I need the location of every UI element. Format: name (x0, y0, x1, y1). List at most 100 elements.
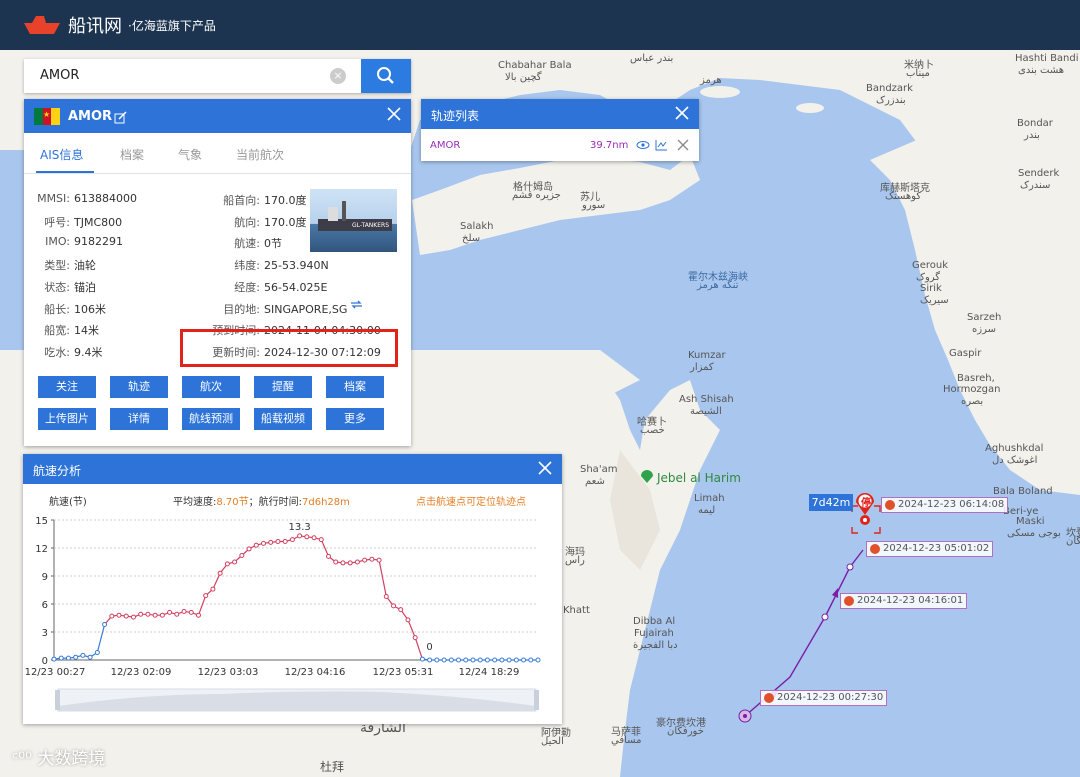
map-label: بصره (961, 396, 984, 407)
data-point (513, 657, 519, 663)
info-field: 船长: 106米 (30, 301, 106, 317)
map-label: سیریک (920, 295, 949, 306)
tab-archive[interactable]: 档案 (120, 146, 144, 163)
data-point (203, 593, 209, 599)
info-field: 航速: 0节 (184, 235, 282, 251)
map-label: بندزرک (876, 95, 906, 106)
field-value: 锚泊 (74, 280, 96, 294)
tab-ais[interactable]: AIS信息 (40, 146, 83, 163)
data-point (282, 538, 288, 544)
voyage-duration-tag: 7d42m (809, 494, 853, 511)
clear-search-icon[interactable]: × (330, 68, 346, 84)
map-label: مسافي (611, 735, 642, 746)
map-label: Bandzark (866, 83, 913, 94)
action-button[interactable]: 更多 (326, 408, 384, 430)
data-point (333, 559, 339, 565)
close-icon[interactable] (536, 459, 554, 477)
action-button[interactable]: 提醒 (254, 376, 312, 398)
map-label: گروک (916, 272, 941, 283)
action-button[interactable]: 船载视频 (254, 408, 312, 430)
action-button[interactable]: 上传图片 (38, 408, 96, 430)
speed-analysis-panel: 航速分析 航速(节) 平均速度:8.70节；航行时间:7d6h28m 点击航速点… (23, 454, 562, 724)
data-point (506, 657, 512, 663)
logo[interactable]: 船讯网 ·亿海蓝旗下产品 (22, 12, 216, 38)
track-point-label[interactable]: 2024-12-23 04:16:01 (840, 593, 968, 609)
flag-stripe (34, 108, 43, 125)
watermark-icon: ᶜ⁰⁰ (12, 749, 38, 769)
data-point (434, 657, 440, 663)
tab-underline (36, 171, 94, 173)
tab-weather[interactable]: 气象 (178, 146, 202, 163)
data-point (289, 537, 295, 543)
y-tick-label: 15 (35, 516, 48, 527)
chart-icon[interactable] (655, 139, 668, 151)
data-point (138, 611, 144, 617)
track-point-label[interactable]: 2024-12-23 05:01:02 (866, 541, 994, 557)
field-value: TJMC800 (74, 215, 123, 229)
map-label: Aghushkdal (985, 443, 1044, 454)
stop-pin-icon[interactable]: 停 (861, 494, 871, 509)
swap-icon[interactable] (350, 299, 363, 310)
map-label: Sha'am (580, 464, 618, 475)
ship-info-header: ★ AMOR (24, 99, 411, 133)
x-tick-label: 12/23 04:16 (285, 667, 346, 678)
action-button[interactable]: 关注 (38, 376, 96, 398)
track-list-panel: 轨迹列表 AMOR 39.7nm (421, 99, 699, 161)
map-label: سلخ (462, 233, 481, 244)
action-button[interactable]: 航线预测 (182, 408, 240, 430)
map-label: سورو (582, 200, 606, 211)
track-ship-name[interactable]: AMOR (430, 140, 460, 151)
field-label: IMO: (45, 235, 70, 249)
x-tick-label: 12/23 03:03 (198, 667, 259, 678)
field-value: 56-54.025E (264, 280, 328, 294)
map-label: کنگان (1066, 536, 1080, 547)
search-button[interactable] (361, 59, 411, 93)
field-value: 14米 (74, 324, 99, 338)
data-point (441, 657, 447, 663)
map-label: میناب (906, 68, 930, 79)
action-button[interactable]: 详情 (110, 408, 168, 430)
eye-icon[interactable] (636, 140, 650, 150)
map-label: هشت بندی (1018, 65, 1065, 76)
zoom-handle-left (55, 690, 60, 710)
data-point (239, 552, 245, 558)
map-label: Limah (694, 493, 725, 504)
action-button[interactable]: 航次 (182, 376, 240, 398)
flag-icon: ★ (34, 108, 61, 125)
map-label-poi[interactable]: Jebel al Harim (657, 471, 741, 485)
data-point (232, 559, 238, 565)
ship-info-tabs: AIS信息 档案 气象 当前航次 (24, 133, 411, 174)
search-input[interactable]: AMOR (40, 68, 79, 83)
ship-search-box: AMOR × (24, 59, 411, 93)
data-point (427, 657, 433, 663)
data-point (188, 609, 194, 615)
info-field: 船首向: 170.0度 (184, 192, 306, 208)
ship-photo[interactable]: GL-TANKERS (310, 189, 397, 252)
close-icon[interactable] (385, 105, 403, 123)
brand-subtitle: ·亿海蓝旗下产品 (128, 18, 216, 33)
close-icon[interactable] (673, 104, 691, 122)
data-point (174, 611, 180, 617)
remove-track-icon[interactable] (677, 139, 689, 151)
map-label: خورفكان (667, 726, 704, 737)
info-field: 类型: 油轮 (30, 257, 96, 273)
x-tick-label: 12/23 02:09 (111, 667, 172, 678)
data-point (181, 608, 187, 614)
y-tick-label: 0 (42, 656, 48, 667)
map-label: راس (565, 555, 585, 566)
tab-current-voyage[interactable]: 当前航次 (236, 146, 284, 163)
map-label: تنگه هرمز (697, 280, 739, 291)
info-field: 目的地: SINGAPORE,SG (184, 301, 347, 317)
speed-chart[interactable]: 0 3 6 9 12 15 12/23 00:27 12/23 02:09 12/23 03:0… (23, 484, 562, 724)
edit-icon[interactable] (114, 111, 127, 124)
data-point (477, 657, 483, 663)
ship-logo-icon (24, 16, 60, 34)
highlight-box (180, 329, 398, 367)
field-label: 船长: (44, 302, 70, 316)
track-point-label[interactable]: 2024-12-23 00:27:30 (760, 690, 888, 706)
action-button[interactable]: 档案 (326, 376, 384, 398)
field-label: 航向: (234, 215, 260, 229)
track-point-label[interactable]: 2024-12-23 06:14:08 (881, 497, 1009, 513)
map-label: Salakh (460, 221, 494, 232)
action-button[interactable]: 轨迹 (110, 376, 168, 398)
